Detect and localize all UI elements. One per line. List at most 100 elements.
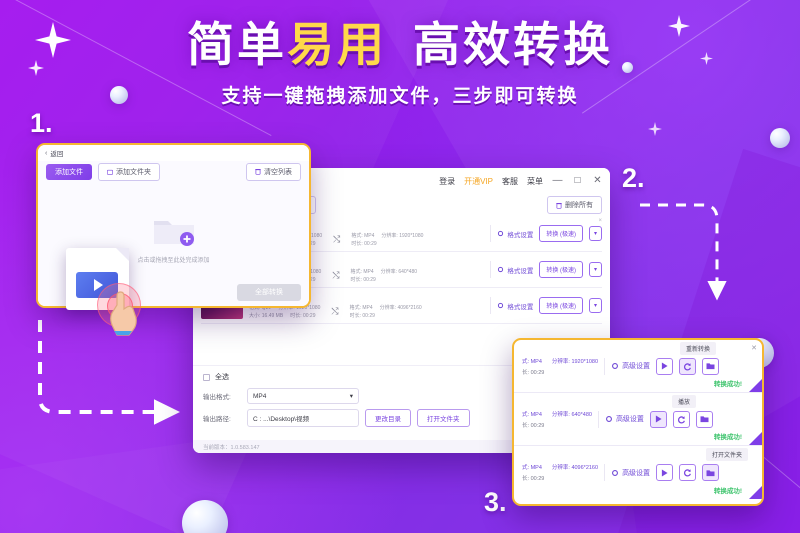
- format-settings-button[interactable]: 格式设置: [497, 265, 533, 275]
- advanced-settings-button[interactable]: 高级设置: [605, 414, 644, 424]
- step-number-1: 1.: [30, 108, 53, 138]
- add-file-label: 添加文件: [55, 168, 83, 176]
- output-meta: 格式: MP4 分辨率: 1920*1080 时长: 00:29: [351, 232, 423, 247]
- output-path-label: 输出路径:: [203, 416, 231, 423]
- select-all-checkbox[interactable]: [203, 373, 210, 381]
- format-settings-label: 格式设置: [507, 231, 534, 239]
- convert-all-button[interactable]: 全部转换: [237, 284, 301, 301]
- duration-label: 长:: [522, 422, 531, 429]
- remove-row-icon[interactable]: ×: [598, 218, 602, 224]
- resolution-label: 分辨率:: [551, 358, 572, 365]
- output-format: MP4: [362, 305, 373, 311]
- refresh-icon: [684, 469, 692, 477]
- format-label: 格式:: [350, 269, 362, 275]
- result-resolution: 1920*1080: [571, 358, 599, 365]
- convert-button[interactable]: 转换 (极速): [539, 225, 583, 242]
- clear-list-button[interactable]: 清空列表: [246, 162, 301, 181]
- login-link[interactable]: 登录: [439, 176, 455, 187]
- convert-button[interactable]: 转换 (极速): [539, 297, 583, 314]
- back-label: 返回: [50, 151, 64, 158]
- play-button[interactable]: [656, 464, 674, 481]
- output-resolution: 4096*2160: [397, 305, 422, 311]
- headline-part-2: 易用: [287, 18, 387, 71]
- open-folder-button[interactable]: 打开文件夹: [417, 409, 470, 427]
- chevron-down-icon[interactable]: ▾: [588, 262, 602, 277]
- resolution-label: 分辨率:: [551, 411, 572, 418]
- chevron-down-icon[interactable]: ▾: [588, 226, 602, 241]
- back-arrow-icon[interactable]: ‹: [45, 150, 47, 157]
- gear-icon: [498, 302, 504, 309]
- poster-headline: 简单易用 高效转换 支持一键拖拽添加文件，三步即可转换: [0, 18, 800, 108]
- step-number-2: 2.: [622, 163, 645, 193]
- result-format: MP4: [530, 358, 542, 365]
- open-folder-button[interactable]: [702, 464, 720, 481]
- source-duration: 00:29: [302, 313, 316, 319]
- status-badge: 转换成功!: [713, 381, 742, 388]
- duration-label: 长:: [522, 369, 531, 376]
- status-badge: 转换成功!: [713, 488, 742, 495]
- duration-label: 时长:: [349, 313, 361, 319]
- advanced-settings-label: 高级设置: [622, 469, 651, 477]
- delete-all-button[interactable]: 删除所有: [547, 196, 602, 214]
- vip-link[interactable]: 开通VIP: [464, 176, 493, 187]
- format-settings-button[interactable]: 格式设置: [497, 229, 533, 239]
- divider: [490, 261, 492, 278]
- table-row: 式: MP4 分辨率: 1920*1080 长: 00:29 高级设置 重新转换…: [514, 340, 762, 393]
- reconvert-button[interactable]: [679, 357, 697, 375]
- refresh-icon: [684, 362, 692, 370]
- trash-icon: [556, 202, 562, 209]
- tooltip: 重新转换: [679, 342, 716, 355]
- source-size: 16.49 MB: [261, 313, 284, 319]
- support-link[interactable]: 客服: [502, 176, 518, 187]
- play-button[interactable]: [656, 357, 674, 375]
- advanced-settings-button[interactable]: 高级设置: [611, 468, 650, 478]
- result-meta: 式: MP4 分辨率: 4096*2160 长: 00:29: [522, 463, 598, 482]
- open-folder-button[interactable]: [695, 410, 713, 428]
- result-duration: 00:29: [530, 476, 545, 482]
- output-duration: 00:29: [364, 241, 377, 247]
- refresh-icon: [677, 415, 685, 423]
- maximize-icon[interactable]: □: [572, 176, 583, 186]
- output-path-input[interactable]: C : ...\Desktop\视频: [247, 409, 359, 427]
- format-settings-label: 格式设置: [507, 267, 534, 275]
- play-button[interactable]: [649, 410, 667, 428]
- output-format: MP4: [364, 233, 375, 239]
- reconvert-button[interactable]: [679, 464, 697, 481]
- output-resolution: 1920*1080: [399, 233, 424, 239]
- change-directory-button[interactable]: 更改目录: [365, 409, 411, 427]
- headline-subtitle: 支持一键拖拽添加文件，三步即可转换: [221, 86, 579, 108]
- output-resolution: 640*480: [398, 269, 418, 275]
- status-badge: 转换成功!: [713, 434, 742, 441]
- tooltip: 打开文件夹: [705, 448, 748, 461]
- close-icon[interactable]: ✕: [592, 176, 603, 186]
- advanced-settings-label: 高级设置: [622, 363, 651, 370]
- headline-part-3: 高效转换: [413, 18, 613, 71]
- delete-all-label: 删除所有: [565, 202, 593, 209]
- reconvert-button[interactable]: [672, 410, 690, 428]
- play-icon: [661, 469, 668, 476]
- menu-link[interactable]: 菜单: [527, 176, 543, 187]
- corner-marker: [749, 379, 762, 392]
- add-window-toolbar: 添加文件 添加文件夹 清空列表: [38, 161, 309, 182]
- open-folder-button[interactable]: [702, 357, 720, 375]
- advanced-settings-button[interactable]: 高级设置: [611, 361, 650, 371]
- play-icon: [655, 415, 662, 423]
- format-settings-button[interactable]: 格式设置: [497, 301, 533, 311]
- add-file-button[interactable]: 添加文件: [46, 163, 92, 180]
- trash-icon: [255, 169, 261, 175]
- duration-label: 时长:: [351, 241, 363, 247]
- output-format-select[interactable]: MP4 ▾: [247, 388, 359, 404]
- add-folder-label: 添加文件夹: [116, 168, 151, 176]
- folder-icon: [706, 469, 715, 476]
- tooltip: 播放: [671, 395, 696, 408]
- resolution-label: 分辨率:: [380, 269, 397, 275]
- chevron-down-icon: ▾: [349, 393, 353, 400]
- duration-label: 时长:: [350, 277, 362, 283]
- convert-button[interactable]: 转换 (极速): [539, 261, 583, 278]
- add-folder-button[interactable]: 添加文件夹: [98, 162, 160, 181]
- chevron-down-icon[interactable]: ▾: [588, 298, 602, 313]
- output-format-label: 输出格式:: [203, 394, 231, 401]
- minimize-icon[interactable]: —: [552, 176, 563, 186]
- format-label: 式:: [522, 465, 531, 471]
- hand-cursor-icon: [110, 291, 137, 336]
